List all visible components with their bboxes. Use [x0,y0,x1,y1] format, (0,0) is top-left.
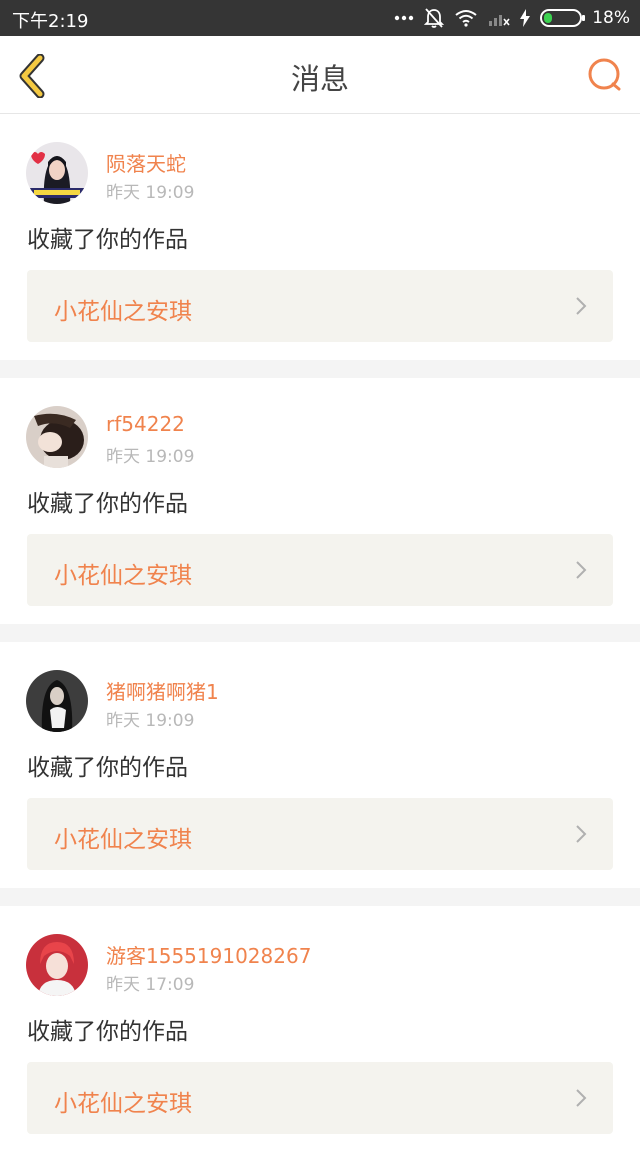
username[interactable]: 游客1555191028267 [106,940,311,969]
cellular-off-icon [488,9,510,27]
work-title: 小花仙之安琪 [54,1091,192,1117]
username[interactable]: 猪啊猪啊猪1 [106,676,219,705]
message-time: 昨天 17:09 [106,975,195,995]
chevron-right-icon [576,297,587,315]
user-avatar[interactable] [26,670,88,732]
page-title: 消息 [290,62,349,96]
message-card: 陨落天蛇 昨天 19:09 收藏了你的作品 小花仙之安琪 [0,114,640,360]
user-avatar[interactable] [26,934,88,996]
work-link[interactable]: 小花仙之安琪 [27,1062,613,1134]
wifi-icon [454,9,478,27]
bell-off-icon [424,7,445,29]
charging-icon [520,9,531,27]
chevron-right-icon [576,825,587,843]
message-card: rf54222 昨天 19:09 收藏了你的作品 小花仙之安琪 [0,378,640,624]
action-text: 收藏了你的作品 [27,1019,188,1045]
work-title: 小花仙之安琪 [54,563,192,589]
search-icon [588,58,621,91]
work-title: 小花仙之安琪 [54,299,192,325]
chevron-right-icon [576,561,587,579]
user-avatar[interactable] [26,406,88,468]
status-bar: 下午2:19 18% [0,0,640,36]
battery-icon [540,9,586,27]
message-time: 昨天 19:09 [106,711,195,731]
username[interactable]: 陨落天蛇 [106,148,186,177]
message-time: 昨天 19:09 [106,183,195,203]
work-link[interactable]: 小花仙之安琪 [27,270,613,342]
action-text: 收藏了你的作品 [27,755,188,781]
user-avatar[interactable] [26,142,88,204]
work-title: 小花仙之安琪 [54,827,192,853]
search-button[interactable] [586,56,624,94]
action-text: 收藏了你的作品 [27,491,188,517]
action-text: 收藏了你的作品 [27,227,188,253]
message-time: 昨天 19:09 [106,447,195,467]
nav-bar: 消息 [0,36,640,114]
battery-percent: 18% [592,8,630,28]
status-time: 下午2:19 [12,11,89,32]
username[interactable]: rf54222 [106,412,185,436]
work-link[interactable]: 小花仙之安琪 [27,798,613,870]
message-card: 猪啊猪啊猪1 昨天 19:09 收藏了你的作品 小花仙之安琪 [0,642,640,888]
more-dots-icon [394,14,414,22]
work-link[interactable]: 小花仙之安琪 [27,534,613,606]
status-icons: 18% [394,6,630,30]
message-card: 游客1555191028267 昨天 17:09 收藏了你的作品 小花仙之安琪 [0,906,640,1152]
chevron-right-icon [576,1089,587,1107]
